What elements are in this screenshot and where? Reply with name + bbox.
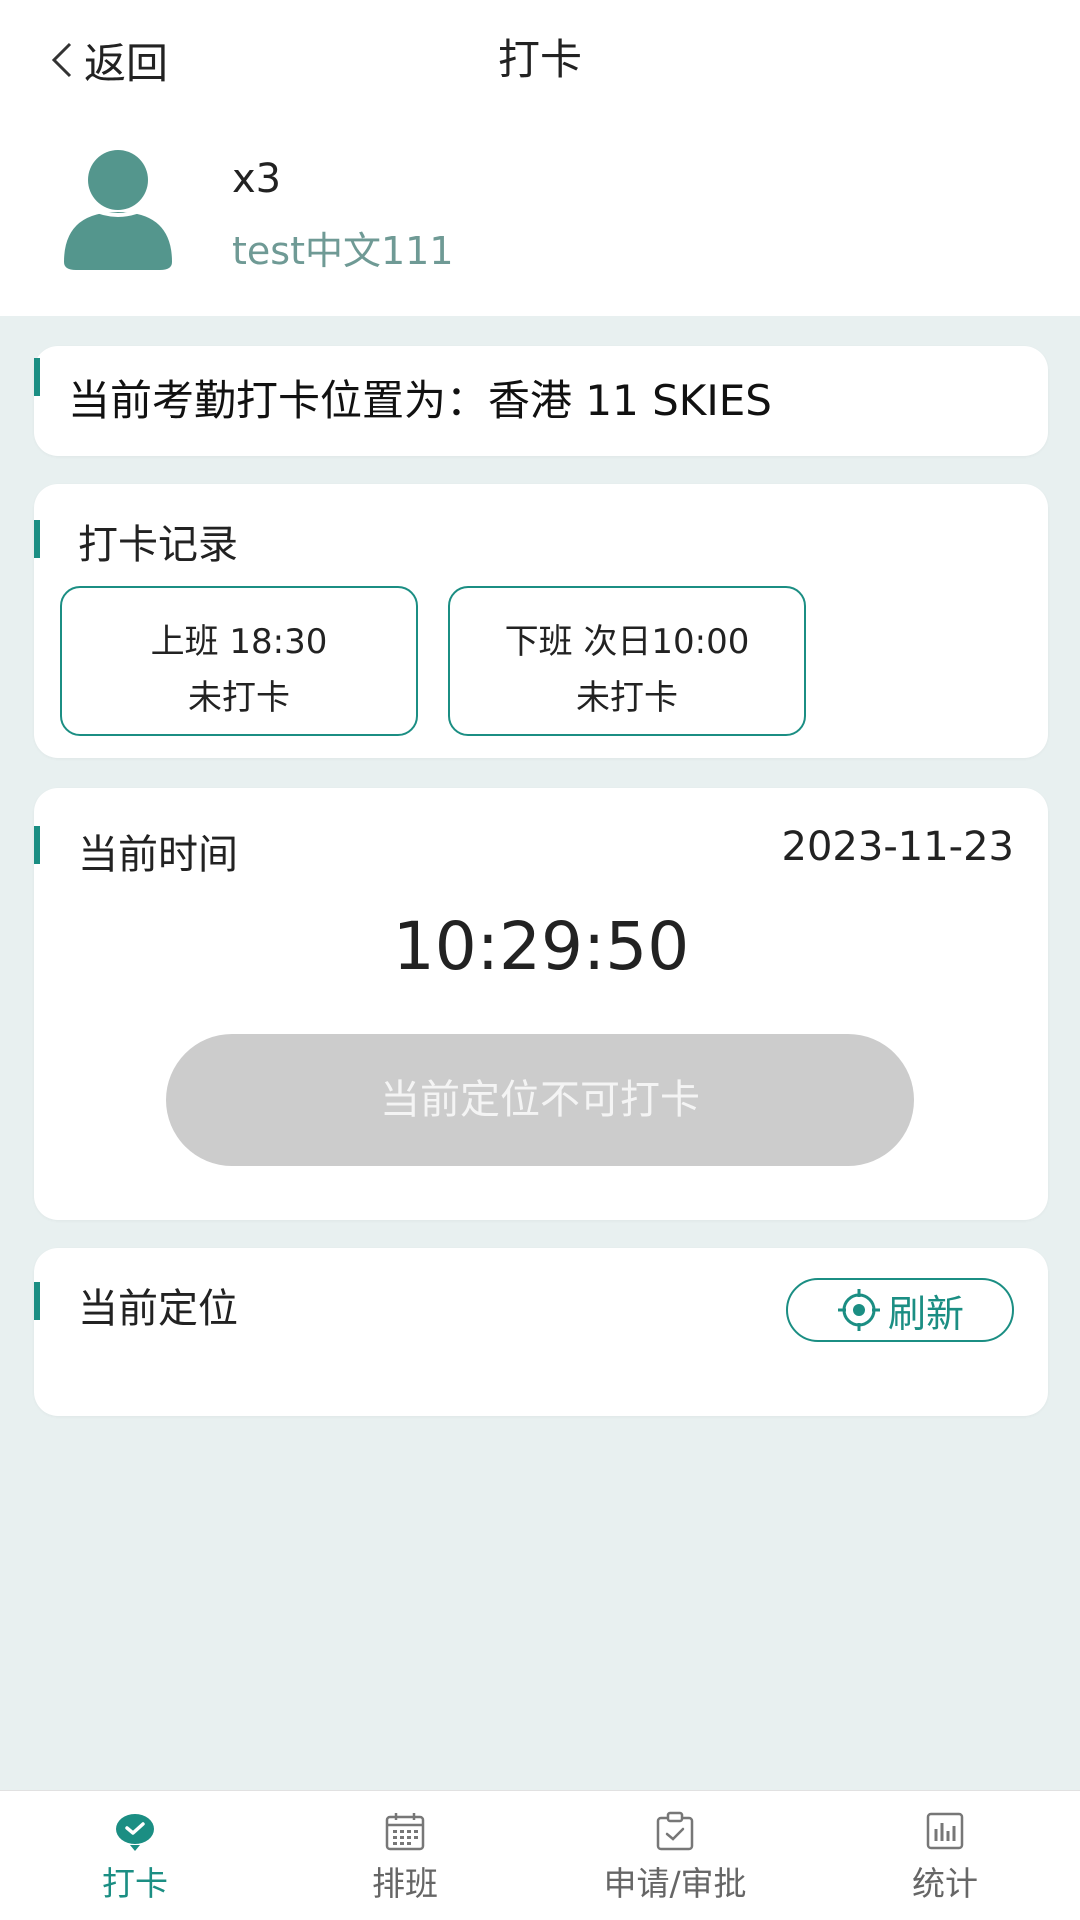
- bottom-tab-bar: 打卡 排班 申请/审批 统计: [0, 1790, 1080, 1920]
- refresh-label: 刷新: [887, 1291, 964, 1336]
- tab-punch[interactable]: 打卡: [0, 1791, 270, 1920]
- location-banner-text: 当前考勤打卡位置为：香港 11 SKIES: [68, 376, 772, 425]
- tab-schedule-label: 排班: [372, 1864, 438, 1903]
- user-organization: test中文111: [232, 229, 454, 273]
- current-time-title: 当前时间: [78, 832, 238, 878]
- tab-approval[interactable]: 申请/审批: [540, 1791, 810, 1920]
- records-title: 打卡记录: [78, 522, 238, 568]
- page-title: 打卡: [497, 35, 582, 84]
- current-clock: 10:29:50: [392, 908, 690, 985]
- record-clock-out-time: 下班 次日10:00: [504, 622, 750, 662]
- current-date: 2023-11-23: [781, 824, 1014, 870]
- record-clock-in[interactable]: 上班 18:30 未打卡: [60, 586, 418, 736]
- location-banner-card: 当前考勤打卡位置为：香港 11 SKIES: [34, 346, 1048, 456]
- navbar: 返回 打卡: [0, 0, 1080, 120]
- current-position-title: 当前定位: [78, 1286, 238, 1332]
- accent-bar: [34, 520, 40, 558]
- record-clock-out-status: 未打卡: [576, 678, 678, 718]
- punch-button[interactable]: 当前定位不可打卡: [166, 1034, 914, 1166]
- current-time-card: 当前时间 2023-11-23 10:29:50 当前定位不可打卡: [34, 788, 1048, 1220]
- user-profile: x3 test中文111: [60, 148, 1020, 278]
- accent-bar: [34, 358, 40, 396]
- user-name: x3: [232, 156, 282, 202]
- calendar-icon: [385, 1813, 425, 1851]
- accent-bar: [34, 1282, 40, 1320]
- avatar-icon: [64, 150, 172, 270]
- tab-schedule[interactable]: 排班: [270, 1791, 540, 1920]
- tab-statistics-label: 统计: [912, 1864, 978, 1903]
- current-position-card: 当前定位 刷新: [34, 1248, 1048, 1416]
- bar-chart-icon: [926, 1812, 964, 1850]
- tab-approval-label: 申请/审批: [603, 1864, 747, 1903]
- tab-statistics[interactable]: 统计: [810, 1791, 1080, 1920]
- locate-icon: [837, 1289, 880, 1331]
- punch-records-card: 打卡记录 上班 18:30 未打卡 下班 次日10:00 未打卡: [34, 484, 1048, 758]
- header-area: 返回 打卡 x3 test中文111: [0, 0, 1080, 316]
- record-clock-in-status: 未打卡: [188, 678, 290, 718]
- refresh-button[interactable]: 刷新: [786, 1278, 1014, 1342]
- tab-punch-label: 打卡: [102, 1864, 168, 1903]
- punch-icon: [116, 1814, 154, 1851]
- record-clock-out[interactable]: 下班 次日10:00 未打卡: [448, 586, 806, 736]
- accent-bar: [34, 826, 40, 864]
- clipboard-check-icon: [656, 1811, 694, 1851]
- record-clock-in-time: 上班 18:30: [150, 622, 328, 662]
